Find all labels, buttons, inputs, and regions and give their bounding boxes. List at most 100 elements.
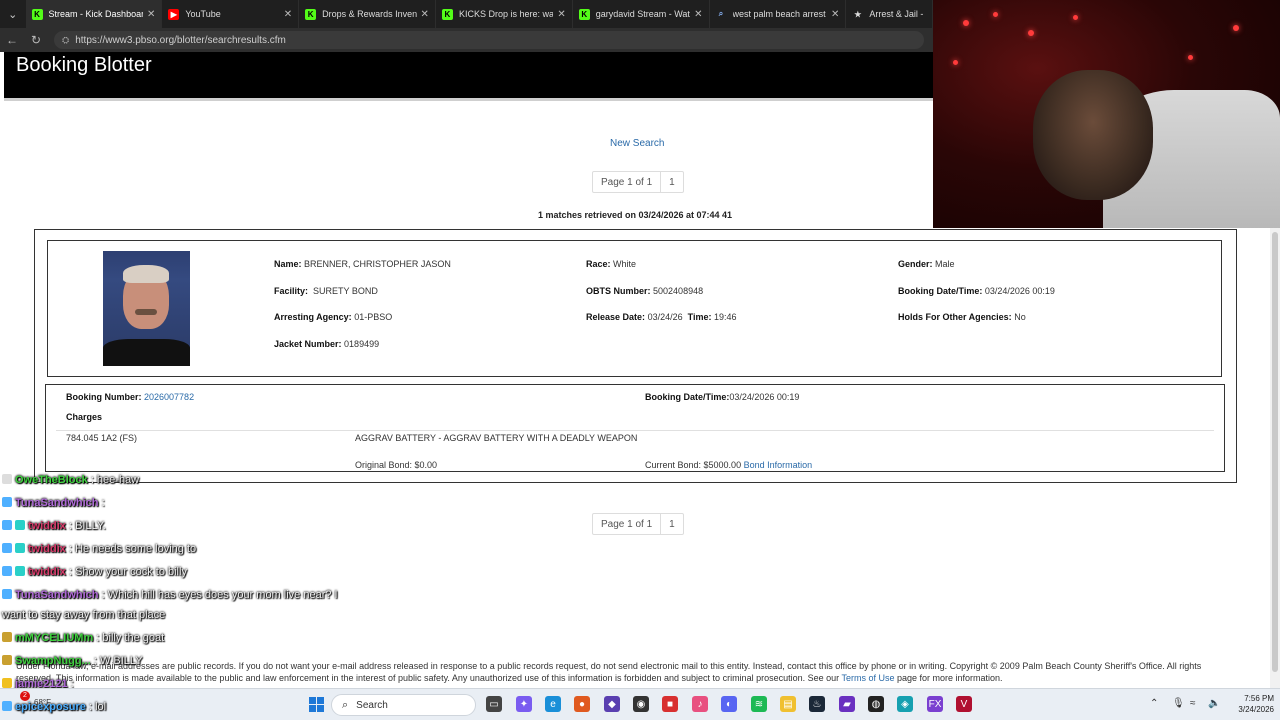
booking-number-link[interactable]: 2026007782 (144, 392, 194, 402)
app-icon[interactable]: ■ (662, 696, 678, 712)
arresting-agency-field: Arresting Agency: 01-PBSO (274, 312, 393, 322)
address-bar[interactable]: ⛭ https://www3.pbso.org/blotter/searchre… (54, 31, 924, 49)
pager-top: Page 1 of 1 1 (592, 171, 684, 193)
clock[interactable]: 7:56 PM 3/24/2026 (1224, 693, 1274, 715)
name-field: Name: BRENNER, CHRISTOPHER JASON (274, 259, 451, 269)
chat-message: TunaSandwhich : Which hill has eyes does… (2, 589, 338, 601)
music-icon[interactable]: ♪ (692, 696, 708, 712)
chat-badge-icon (2, 589, 12, 599)
discord-icon[interactable]: ◐ (721, 696, 737, 712)
pager-page-link[interactable]: 1 (660, 514, 683, 534)
current-bond: Current Bond: $5000.00 Bond Information (645, 460, 813, 470)
browser-tab[interactable]: K Drops & Rewards Invent ✕ (299, 0, 436, 28)
valorant-icon[interactable]: V (956, 696, 972, 712)
volume-icon[interactable]: 🔈 (1208, 698, 1220, 709)
chat-message: twiddix : Show your cock to billy (2, 566, 187, 578)
clock-date: 3/24/2026 (1238, 705, 1274, 714)
chat-message: want to stay away from that place (2, 609, 166, 621)
gender-field: Gender: Male (898, 259, 955, 269)
wifi-icon[interactable]: ≈ (1190, 698, 1196, 709)
edge-icon[interactable]: e (545, 696, 561, 712)
pager-page-link[interactable]: 1 (660, 172, 683, 192)
chat-badge-icon (2, 543, 12, 553)
pager-label: Page 1 of 1 (601, 176, 653, 188)
search-icon: ⌕ (342, 698, 349, 711)
windows-start-icon[interactable] (309, 697, 324, 712)
chat-message: mMYCELIUMm : billy the goat (2, 632, 164, 644)
chat-badge-icon (2, 678, 12, 688)
holds-field: Holds For Other Agencies: No (898, 312, 1026, 322)
chat-message: SwampNugg... : W BILLY (2, 655, 143, 667)
footer-line: reserved. This information is made avail… (16, 673, 1003, 683)
chat-badge-icon (2, 520, 12, 530)
browser-tab-strip: ⌄ K Stream - Kick Dashboard ✕ ▶ YouTube … (0, 0, 934, 28)
divider (56, 430, 1214, 431)
chat-badge-icon (2, 497, 12, 507)
page-header: Booking Blotter (4, 52, 933, 101)
terms-of-use-link[interactable]: Terms of Use (841, 673, 894, 683)
page-scrollbar[interactable] (1270, 228, 1280, 688)
browser-tab[interactable]: K Stream - Kick Dashboard ✕ (25, 0, 163, 28)
close-tab-icon[interactable]: ✕ (147, 9, 155, 20)
kick-icon: K (31, 8, 43, 20)
site-info-icon[interactable]: ⛭ (62, 35, 69, 46)
spotify-icon[interactable]: ≋ (751, 696, 767, 712)
app-icon[interactable]: ◆ (604, 696, 620, 712)
tab-search-menu-icon[interactable]: ⌄ (0, 0, 26, 28)
chat-badge-icon (2, 655, 12, 665)
chat-message: twiddix : He needs some loving to (2, 543, 196, 555)
firefox-icon[interactable]: ● (574, 696, 590, 712)
page-footer: Under Florida law, e-mail addresses are … (16, 660, 1256, 684)
star-icon: ★ (854, 9, 862, 19)
close-tab-icon[interactable]: ✕ (694, 9, 702, 20)
chat-badge-icon (2, 701, 12, 711)
chat-badge-icon (2, 632, 12, 642)
browser-toolbar: ← ↻ ⛭ https://www3.pbso.org/blotter/sear… (0, 28, 933, 52)
screen: ⌄ K Stream - Kick Dashboard ✕ ▶ YouTube … (0, 0, 1280, 720)
sub-badge-icon (15, 566, 25, 576)
close-tab-icon[interactable]: ✕ (421, 9, 429, 20)
reload-icon[interactable]: ↻ (24, 33, 48, 47)
app-icon[interactable]: ◈ (897, 696, 913, 712)
browser-tab[interactable]: ⌕ west palm beach arrest sear ✕ (710, 0, 847, 28)
kick-icon: K (578, 8, 590, 20)
chat-message: OweTheBlock : hee-haw (2, 474, 139, 486)
browser-tab[interactable]: K garydavid Stream - Watch Li ✕ (573, 0, 710, 28)
sub-badge-icon (15, 520, 25, 530)
mugshot-photo (103, 251, 190, 366)
browser-tab[interactable]: ★ Arrest & Jail - P (846, 0, 934, 28)
browser-tab[interactable]: K KICKS Drop is here: watch, e ✕ (436, 0, 573, 28)
taskbar-search[interactable]: ⌕ Search (331, 694, 476, 716)
new-search-link[interactable]: New Search (610, 138, 664, 149)
fx-icon[interactable]: FX (927, 696, 943, 712)
file-explorer-icon[interactable]: ▤ (780, 696, 796, 712)
obts-number-field: OBTS Number: 5002408948 (586, 286, 704, 296)
close-tab-icon[interactable]: ✕ (284, 9, 292, 20)
task-view-icon[interactable]: ▭ (486, 696, 502, 712)
close-tab-icon[interactable]: ✕ (557, 9, 565, 20)
url-text: https://www3.pbso.org/blotter/searchresu… (75, 34, 286, 46)
charge-statute: 784.045 1A2 (FS) (66, 433, 138, 443)
app-icon[interactable]: ▰ (839, 696, 855, 712)
webcam-overlay (933, 0, 1280, 228)
booking-number-field: Booking Number: 2026007782 (66, 392, 195, 402)
kick-icon: K (441, 8, 453, 20)
footer-line: Under Florida law, e-mail addresses are … (16, 661, 1202, 671)
back-icon[interactable]: ← (0, 33, 24, 47)
facility-field: Facility: SURETY BOND (274, 286, 378, 296)
scrollbar-thumb[interactable] (1272, 232, 1278, 672)
browser-tab[interactable]: ▶ YouTube ✕ (162, 0, 300, 28)
app-icon[interactable]: ◍ (868, 696, 884, 712)
youtube-icon: ▶ (168, 8, 180, 20)
close-tab-icon[interactable]: ✕ (831, 9, 839, 20)
copilot-icon[interactable]: ✦ (516, 696, 532, 712)
microphone-icon[interactable]: 🎙 (1172, 698, 1185, 709)
chat-message: twiddix : BILLY. (2, 520, 106, 532)
tray-chevron-icon[interactable]: ⌃ (1150, 698, 1158, 709)
chat-message: epicexposure : lol (2, 701, 106, 713)
steam-icon[interactable]: ♨ (809, 696, 825, 712)
page-title: Booking Blotter (16, 54, 152, 76)
bond-information-link[interactable]: Bond Information (744, 460, 813, 470)
obs-icon[interactable]: ◉ (633, 696, 649, 712)
booking-datetime-field: Booking Date/Time: 03/24/2026 00:19 (898, 286, 1055, 296)
